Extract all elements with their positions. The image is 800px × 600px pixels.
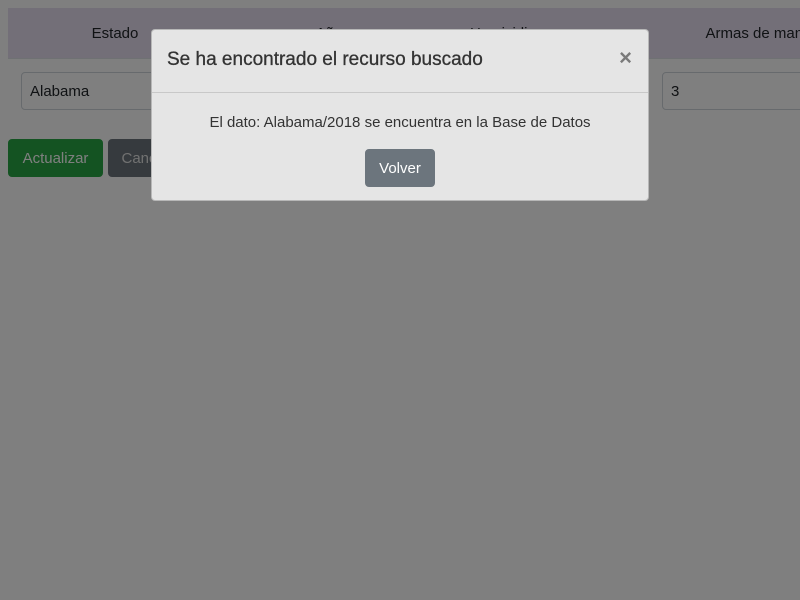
page: Estado Año Homicidios por armas Armas de…	[0, 0, 800, 600]
back-button[interactable]: Volver	[365, 149, 435, 187]
modal-body: El dato: Alabama/2018 se encuentra en la…	[152, 93, 648, 187]
modal-title: Se ha encontrado el recurso buscado	[167, 49, 483, 70]
modal-message: El dato: Alabama/2018 se encuentra en la…	[209, 114, 591, 131]
close-icon[interactable]: ×	[619, 47, 632, 69]
modal-header: Se ha encontrado el recurso buscado ×	[152, 30, 648, 93]
result-modal: Se ha encontrado el recurso buscado × El…	[151, 29, 649, 201]
